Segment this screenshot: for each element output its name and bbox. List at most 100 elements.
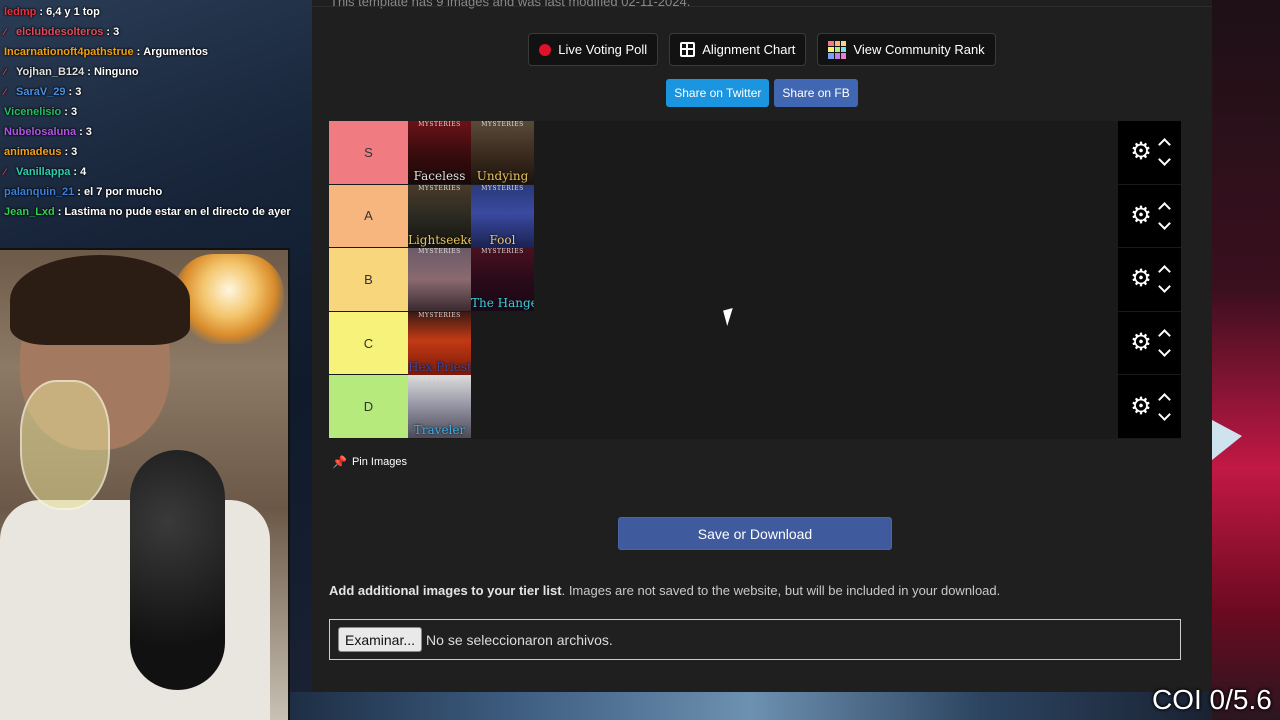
browse-button[interactable]: Examinar... xyxy=(338,627,423,652)
gear-icon[interactable]: ⚙ xyxy=(1130,331,1152,355)
share-fb-button[interactable]: Share on FB xyxy=(774,79,858,107)
file-input[interactable]: Examinar... No se seleccionaron archivos… xyxy=(329,619,1181,660)
chat-username[interactable]: Nubelosaluna xyxy=(4,122,76,142)
chat-separator: : xyxy=(64,106,68,118)
chevron-down-icon[interactable] xyxy=(1157,217,1171,230)
chevron-up-icon[interactable] xyxy=(1157,138,1171,152)
chat-username[interactable]: Vanillappa xyxy=(16,162,70,182)
tier-items[interactable]: MYSTERIES Faceless MYSTERIES Undying xyxy=(408,121,1118,184)
gear-icon[interactable]: ⚙ xyxy=(1130,203,1152,228)
chat-line: Incarnationoft4pathstrue: Argumentos xyxy=(4,42,304,62)
chat-username[interactable]: Yojhan_B124 xyxy=(16,62,84,82)
chat-separator: : xyxy=(57,206,62,218)
alignment-label: Alignment Chart xyxy=(702,42,796,57)
tier-controls: ⚙ xyxy=(1118,311,1181,375)
chat-username[interactable]: Jean_Lxd xyxy=(4,202,55,222)
chat-line: Jean_Lxd: Lastima no pude estar en el dir… xyxy=(4,202,304,222)
add-images-heading: Add additional images to your tier list xyxy=(329,583,562,598)
rank-icon-cell xyxy=(828,40,834,46)
tier-item-card[interactable]: MYSTERIES xyxy=(408,248,471,312)
template-info: This template has 9 images and was last … xyxy=(330,0,691,9)
chat-message: 3 xyxy=(71,146,78,158)
pin-icon: 📌 xyxy=(332,455,347,469)
tier-controls: ⚙ xyxy=(1118,248,1181,311)
chat-line: palanquin_21: el 7 por mucho xyxy=(4,182,304,202)
chat-message: Ninguno xyxy=(93,66,139,78)
tier-item-card[interactable]: MYSTERIES Faceless xyxy=(408,121,471,184)
chat-username[interactable]: ledmp xyxy=(4,2,36,22)
tier-label[interactable]: B xyxy=(329,248,408,311)
gear-icon[interactable]: ⚙ xyxy=(1130,140,1152,164)
chat-line: ledmp:6,4 y 1 top xyxy=(4,2,304,22)
neon-sign xyxy=(174,254,284,344)
chat-separator: : xyxy=(106,26,111,38)
tier-label[interactable]: S xyxy=(329,121,408,184)
tier-item-card[interactable]: MYSTERIES Hex Priest xyxy=(408,311,471,375)
card-caption: Hex Priest xyxy=(408,359,471,374)
chat-username[interactable]: animadeus xyxy=(4,142,61,162)
community-rank-button[interactable]: View Community Rank xyxy=(817,33,996,66)
stream-background-bottom xyxy=(290,692,1212,720)
save-download-button[interactable]: Save or Download xyxy=(618,517,892,550)
chat-message: 3 xyxy=(75,86,82,98)
card-series-title: MYSTERIES xyxy=(418,184,461,192)
gear-icon[interactable]: ⚙ xyxy=(1130,267,1152,291)
card-series-title: MYSTERIES xyxy=(418,311,461,319)
alignment-chart-button[interactable]: Alignment Chart xyxy=(669,33,807,66)
stream-background-right xyxy=(1212,0,1280,720)
chat-separator: : xyxy=(87,66,91,78)
chevron-down-icon[interactable] xyxy=(1157,344,1171,357)
wine-glass xyxy=(20,380,110,510)
pin-images-toggle[interactable]: 📌 Pin Images xyxy=(332,455,407,469)
chevron-down-icon[interactable] xyxy=(1157,280,1171,294)
chevron-up-icon[interactable] xyxy=(1157,265,1171,279)
tier-list: S MYSTERIES Faceless MYSTERIES Undying ⚙ A MYST… xyxy=(329,121,1181,439)
gear-icon[interactable]: ⚙ xyxy=(1130,394,1152,419)
sword-badge-icon: ⁄ xyxy=(4,26,6,37)
chat-username[interactable]: elclubdesolteros xyxy=(16,22,103,42)
tier-items[interactable]: MYSTERIES Lightseeker MYSTERIES Fool xyxy=(408,184,1118,248)
tier-row: S MYSTERIES Faceless MYSTERIES Undying ⚙ xyxy=(329,121,1181,185)
chat-separator: : xyxy=(73,166,78,178)
share-twitter-button[interactable]: Share on Twitter xyxy=(666,79,770,107)
card-series-title: MYSTERIES xyxy=(481,184,524,192)
chat-username[interactable]: SaraV_29 xyxy=(16,82,66,102)
grid-icon xyxy=(680,42,696,57)
card-series-title: MYSTERIES xyxy=(418,375,461,383)
tier-item-card[interactable]: MYSTERIES Undying xyxy=(471,121,534,184)
chat-line: animadeus:3 xyxy=(4,142,304,162)
rank-grid-icon xyxy=(828,40,847,59)
chat-username[interactable]: Vicenelisio xyxy=(4,102,61,122)
tier-item-card[interactable]: MYSTERIES The Hanged Man xyxy=(471,248,534,312)
rank-icon-cell xyxy=(834,40,841,46)
card-caption: Fool xyxy=(489,232,516,247)
chevron-up-icon[interactable] xyxy=(1157,202,1171,215)
chat-username[interactable]: Incarnationoft4pathstrue xyxy=(4,42,134,62)
chevron-down-icon[interactable] xyxy=(1157,153,1171,167)
tier-item-card[interactable]: MYSTERIES Lightseeker xyxy=(408,184,471,248)
tier-items[interactable]: MYSTERIES Traveler xyxy=(408,375,1118,439)
move-arrows xyxy=(1157,264,1171,294)
move-arrows xyxy=(1157,392,1171,422)
tier-label[interactable]: C xyxy=(329,311,408,375)
tier-item-card[interactable]: MYSTERIES Traveler xyxy=(408,375,471,439)
rank-icon-cell xyxy=(841,46,847,53)
chevron-up-icon[interactable] xyxy=(1157,329,1171,342)
live-voting-poll-button[interactable]: Live Voting Poll xyxy=(528,33,659,66)
chat-line: ⁄ elclubdesolteros:3 xyxy=(4,22,304,42)
chevron-down-icon[interactable] xyxy=(1157,407,1171,421)
tier-controls: ⚙ xyxy=(1118,184,1181,248)
chat-username[interactable]: palanquin_21 xyxy=(4,182,74,202)
tier-items[interactable]: MYSTERIES MYSTERIES The Hanged Man xyxy=(408,248,1118,312)
tier-row: C MYSTERIES Hex Priest ⚙ xyxy=(329,311,1181,376)
tier-label[interactable]: D xyxy=(329,375,408,438)
rank-icon-cell xyxy=(834,53,841,59)
tier-items[interactable]: MYSTERIES Hex Priest xyxy=(408,311,1118,375)
card-series-title: MYSTERIES xyxy=(418,248,461,256)
chat-message: 3 xyxy=(113,26,120,38)
tier-label[interactable]: A xyxy=(329,184,408,248)
chat-separator: : xyxy=(39,6,44,18)
share-buttons: Share on Twitter Share on FB xyxy=(312,79,1212,107)
chevron-up-icon[interactable] xyxy=(1157,392,1171,406)
tier-item-card[interactable]: MYSTERIES Fool xyxy=(471,184,534,248)
